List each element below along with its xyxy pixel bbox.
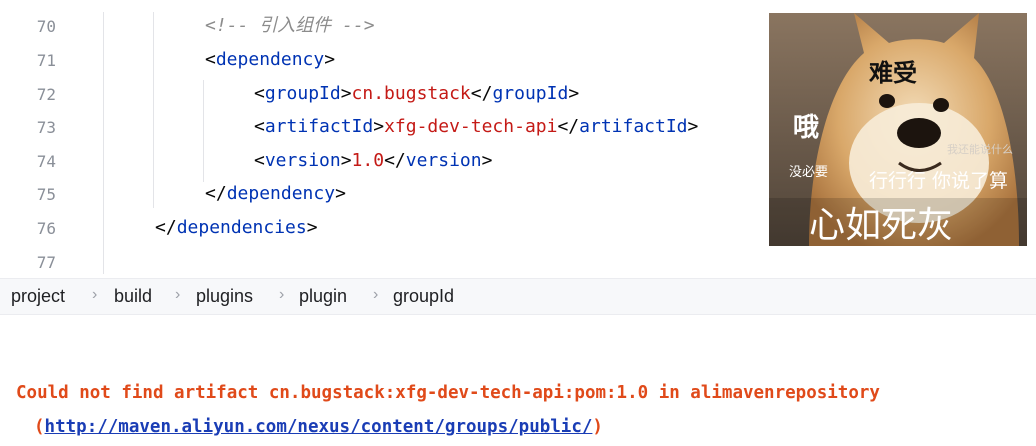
bracket: > [335,183,346,204]
meme-caption: 行行行 你说了算 [869,170,1009,192]
code-line[interactable]: <groupId>cn.bugstack</groupId> [254,83,579,105]
paren: ) [592,417,603,437]
breadcrumb: project › build › plugins › plugin › gro… [0,278,1036,315]
error-message-link-line: (http://maven.aliyun.com/nexus/content/g… [34,417,603,437]
bracket: > [340,83,352,104]
xml-tag: groupId [264,83,341,104]
xml-value: xfg-dev-tech-api [384,116,558,137]
code-line[interactable]: <artifactId>xfg-dev-tech-api</artifactId… [254,116,698,138]
line-number-gutter: 70 71 72 73 74 75 76 77 [0,0,80,278]
chevron-right-icon: › [373,286,379,303]
bracket: < [254,150,265,171]
bracket: > [373,116,385,137]
xml-tag: dependencies [176,217,307,238]
xml-tag: dependency [215,49,325,70]
doge-meme-image: 难受 哦 没必要 我还能说什么 行行行 你说了算 心如死灰 [769,13,1027,246]
meme-caption: 没必要 [789,165,829,180]
xml-tag: dependency [226,183,336,204]
bracket: < [205,49,216,70]
build-output-console[interactable]: Could not find artifact cn.bugstack:xfg-… [0,315,1036,446]
line-number: 74 [36,152,56,171]
xml-tag: version [264,150,341,171]
chevron-right-icon: › [279,286,285,303]
indent-guide [203,80,204,182]
indent-guide [153,12,154,208]
bracket: > [324,49,336,70]
line-number: 73 [36,118,56,137]
bracket: </ [205,183,227,204]
bracket: > [340,150,352,171]
xml-tag: groupId [492,83,569,104]
xml-comment: <!-- 引入组件 --> [205,15,375,36]
code-line[interactable]: <!-- 引入组件 --> [205,15,375,37]
breadcrumb-item-project[interactable]: project [11,286,65,307]
chevron-right-icon: › [175,286,181,303]
line-number: 72 [36,85,56,104]
line-number: 70 [36,17,56,36]
bracket: </ [470,83,493,104]
line-number: 77 [36,253,56,272]
indent-guide [103,12,104,274]
paren: ( [34,417,45,437]
line-number: 71 [36,51,56,70]
code-editor[interactable]: 70 71 72 73 74 75 76 77 <!-- 引入组件 --> <d… [0,0,1036,278]
meme-caption: 我还能说什么 [947,143,1013,156]
xml-value: 1.0 [351,150,385,171]
breadcrumb-item-groupid[interactable]: groupId [393,286,454,307]
xml-tag: version [405,150,482,171]
line-number: 75 [36,185,56,204]
error-message: Could not find artifact cn.bugstack:xfg-… [16,383,880,403]
xml-tag: artifactId [264,116,374,137]
bracket: </ [557,116,580,137]
meme-caption: 难受 [869,59,917,87]
meme-caption: 心如死灰 [809,205,954,246]
xml-value: cn.bugstack [351,83,471,104]
xml-tag: artifactId [579,116,688,137]
meme-caption: 哦 [793,113,820,143]
repository-link[interactable]: http://maven.aliyun.com/nexus/content/gr… [45,417,593,437]
code-line[interactable]: </dependency> [205,183,346,205]
bracket: > [481,150,493,171]
bracket: < [254,116,265,137]
breadcrumb-item-build[interactable]: build [114,286,152,307]
bracket: < [254,83,265,104]
bracket: > [687,116,699,137]
code-line[interactable]: </dependencies> [155,217,318,239]
code-line[interactable]: <dependency> [205,49,335,71]
bracket: > [568,83,580,104]
bracket: > [306,217,318,238]
chevron-right-icon: › [92,286,98,303]
code-line[interactable]: <version>1.0</version> [254,150,492,172]
breadcrumb-item-plugin[interactable]: plugin [299,286,347,307]
bracket: </ [384,150,406,171]
breadcrumb-item-plugins[interactable]: plugins [196,286,253,307]
bracket: </ [155,217,177,238]
line-number: 76 [36,219,56,238]
